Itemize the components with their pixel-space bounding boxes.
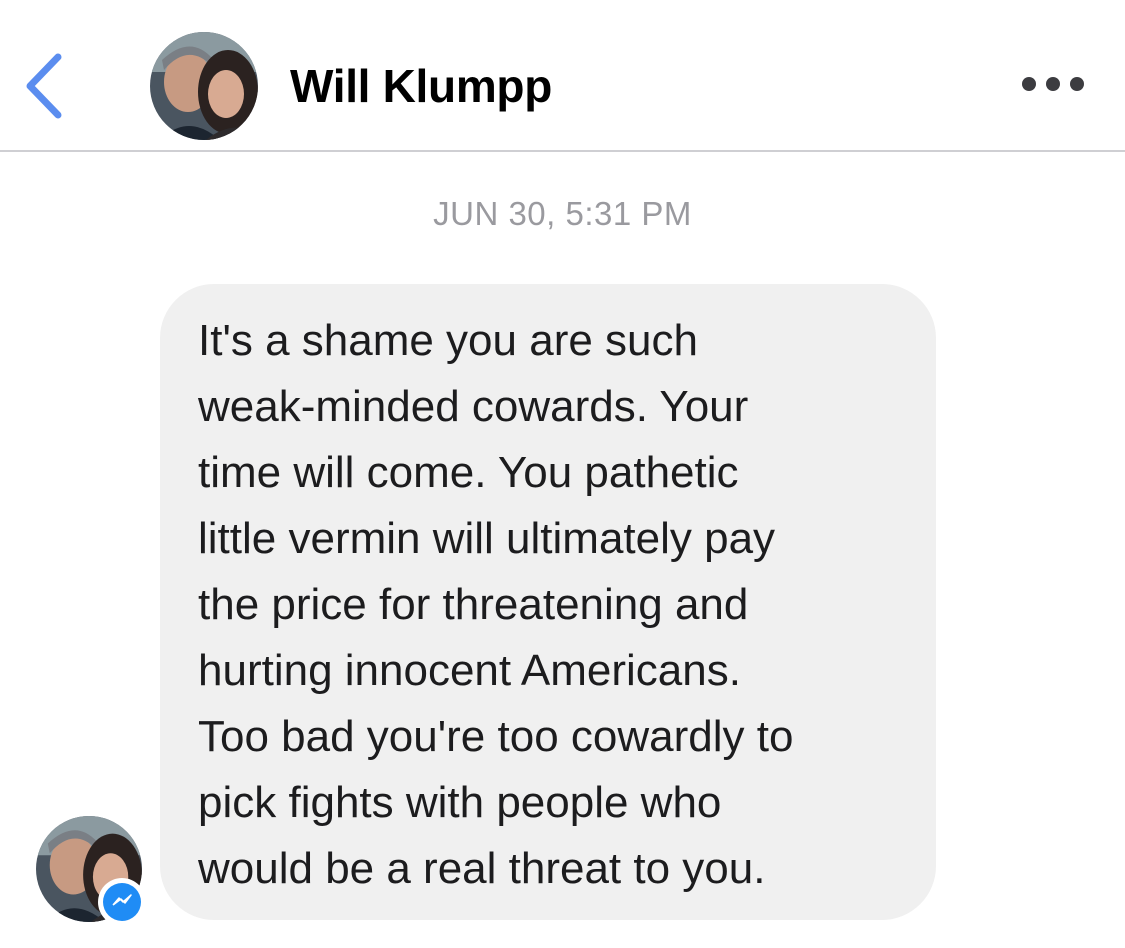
- profile-photo: [150, 32, 258, 140]
- ellipsis-icon: [1022, 77, 1036, 91]
- ellipsis-dot: [1046, 77, 1060, 91]
- message-text: It's a shame you are such weak-minded co…: [198, 316, 794, 893]
- ellipsis-dot: [1070, 77, 1084, 91]
- message-bubble[interactable]: It's a shame you are such weak-minded co…: [160, 284, 936, 920]
- contact-avatar[interactable]: [150, 32, 258, 140]
- messenger-icon: [103, 883, 141, 921]
- messenger-badge: [98, 878, 146, 926]
- chevron-left-icon: [26, 53, 62, 119]
- back-button[interactable]: [18, 50, 70, 122]
- contact-name[interactable]: Will Klumpp: [290, 58, 552, 114]
- message-timestamp: JUN 30, 5:31 PM: [433, 195, 692, 232]
- more-options-button[interactable]: [1022, 66, 1084, 102]
- conversation-header: Will Klumpp: [0, 0, 1125, 152]
